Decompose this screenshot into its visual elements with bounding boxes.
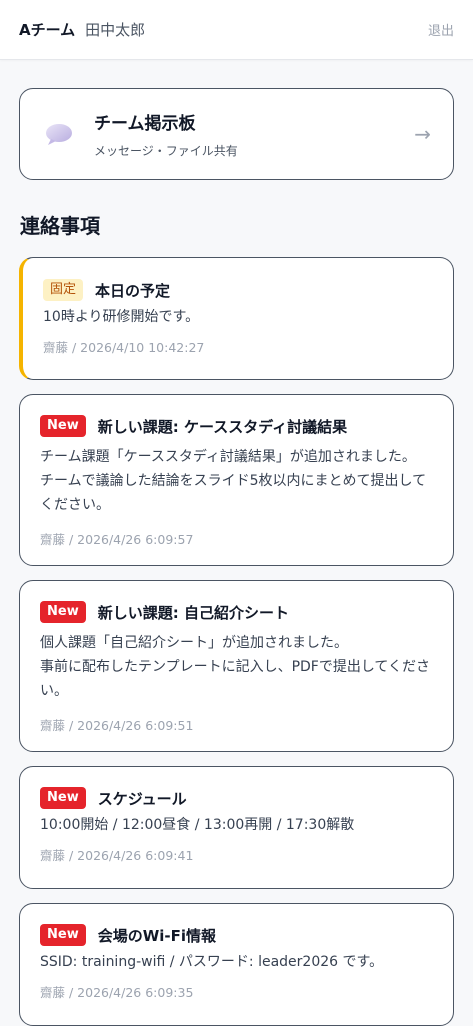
notice-body: チーム課題「ケーススタディ討議結果」が追加されました。 チームで議論した結論をス… bbox=[40, 449, 427, 513]
notice-meta: 齋藤 / 2026/4/10 10:42:27 bbox=[43, 340, 205, 355]
app-header: Aチーム 田中太郎 退出 bbox=[0, 0, 473, 60]
notice-header: New 新しい課題: 自己紹介シート bbox=[40, 601, 433, 623]
notice-title: スケジュール bbox=[97, 789, 187, 808]
notice-card[interactable]: New 新しい課題: 自己紹介シート 個人課題「自己紹介シート」が追加されました… bbox=[19, 580, 454, 752]
notice-title: 会場のWi-Fi情報 bbox=[97, 926, 217, 945]
notice-title: 新しい課題: 自己紹介シート bbox=[97, 603, 289, 622]
notice-body: 個人課題「自己紹介シート」が追加されました。 事前に配布したテンプレートに記入し… bbox=[40, 635, 431, 699]
logout-button[interactable]: 退出 bbox=[428, 20, 454, 39]
notice-body: 10:00開始 / 12:00昼食 / 13:00再開 / 17:30解散 bbox=[40, 817, 355, 833]
new-badge: New bbox=[40, 924, 86, 946]
notice-header: New スケジュール bbox=[40, 787, 433, 809]
board-title: チーム掲示板 bbox=[94, 114, 196, 134]
arrow-right-icon: → bbox=[414, 122, 431, 146]
new-badge: New bbox=[40, 601, 86, 623]
notice-title: 本日の予定 bbox=[95, 281, 171, 300]
team-name: Aチーム bbox=[19, 21, 76, 39]
notice-body: SSID: training-wifi / パスワード: leader2026 … bbox=[40, 954, 384, 970]
notice-title: 新しい課題: ケーススタディ討議結果 bbox=[97, 417, 348, 436]
notice-meta: 齋藤 / 2026/4/26 6:09:35 bbox=[40, 985, 194, 1000]
team-board-link[interactable]: チーム掲示板 メッセージ・ファイル共有 → bbox=[19, 88, 454, 180]
notice-card[interactable]: New 会場のWi-Fi情報 SSID: training-wifi / パスワ… bbox=[19, 903, 454, 1026]
notice-meta: 齋藤 / 2026/4/26 6:09:41 bbox=[40, 848, 194, 863]
notice-meta: 齋藤 / 2026/4/26 6:09:51 bbox=[40, 718, 194, 733]
notice-header: New 会場のWi-Fi情報 bbox=[40, 924, 433, 946]
chat-bubble-icon bbox=[42, 121, 76, 147]
notice-header: New 新しい課題: ケーススタディ討議結果 bbox=[40, 415, 433, 437]
section-title: 連絡事項 bbox=[20, 214, 100, 238]
notice-body: 10時より研修開始です。 bbox=[43, 309, 200, 325]
board-text: チーム掲示板 メッセージ・ファイル共有 bbox=[94, 109, 238, 159]
user-name: 田中太郎 bbox=[85, 21, 146, 39]
notice-card[interactable]: New スケジュール 10:00開始 / 12:00昼食 / 13:00再開 /… bbox=[19, 766, 454, 889]
new-badge: New bbox=[40, 415, 86, 437]
notice-meta: 齋藤 / 2026/4/26 6:09:57 bbox=[40, 532, 194, 547]
notice-card-pinned[interactable]: 固定 本日の予定 10時より研修開始です。 齋藤 / 2026/4/10 10:… bbox=[19, 257, 454, 380]
notice-header: 固定 本日の予定 bbox=[43, 279, 433, 301]
notice-card[interactable]: New 新しい課題: ケーススタディ討議結果 チーム課題「ケーススタディ討議結果… bbox=[19, 394, 454, 566]
pinned-badge: 固定 bbox=[43, 279, 84, 301]
new-badge: New bbox=[40, 787, 86, 809]
board-subtitle: メッセージ・ファイル共有 bbox=[94, 144, 238, 158]
